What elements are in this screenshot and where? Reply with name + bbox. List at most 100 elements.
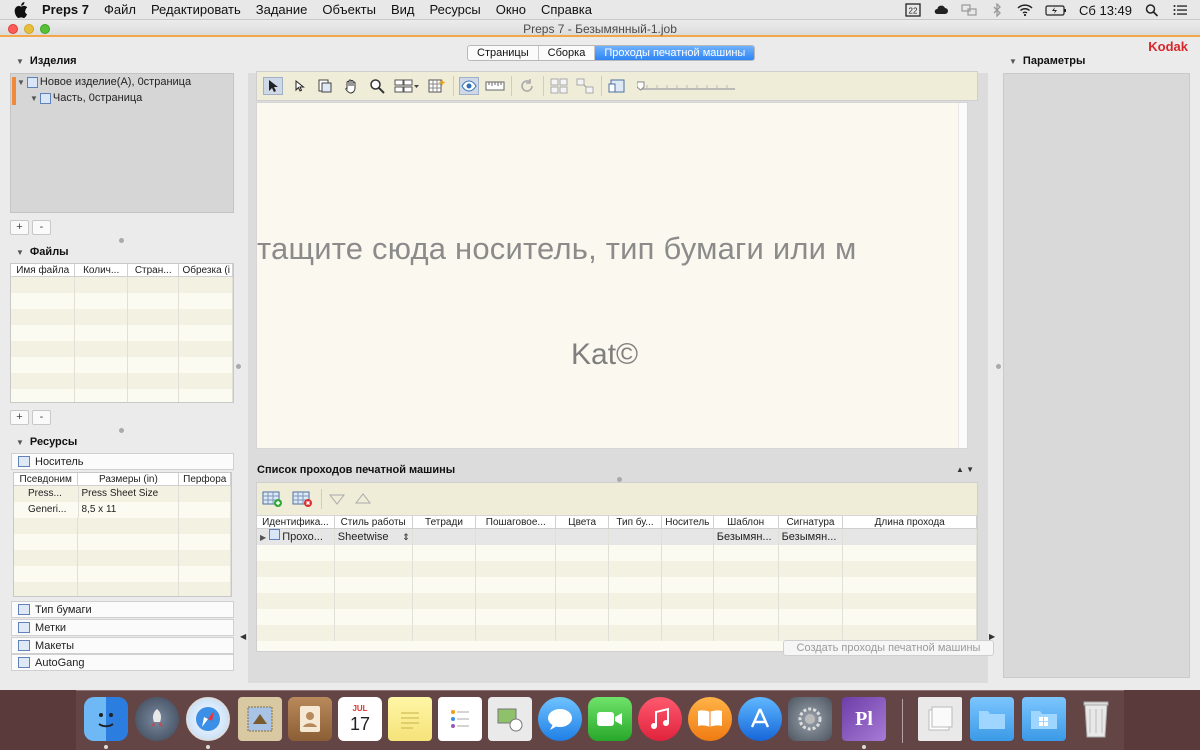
tab-assembly[interactable]: Сборка xyxy=(539,46,596,60)
column-header[interactable]: Размеры (in) xyxy=(78,473,180,485)
press-run-canvas[interactable]: тащите сюда носитель, тип бумаги или м K… xyxy=(256,102,968,449)
column-header[interactable]: Имя файла xyxy=(11,264,76,276)
wifi-icon[interactable] xyxy=(1017,3,1033,17)
disclosure-triangle-icon[interactable]: ▼ xyxy=(16,438,24,447)
menu-objects[interactable]: Объекты xyxy=(322,2,376,17)
resources-section-header[interactable]: ▼ Ресурсы xyxy=(16,436,77,448)
trash-icon[interactable] xyxy=(1074,697,1118,741)
mail-icon[interactable] xyxy=(238,697,282,741)
finder-icon[interactable] xyxy=(84,697,128,741)
app-store-icon[interactable] xyxy=(738,697,782,741)
files-section-header[interactable]: ▼ Файлы xyxy=(16,246,69,258)
move-up-icon[interactable] xyxy=(353,490,373,508)
canvas-vertical-scrollbar[interactable] xyxy=(958,103,967,448)
page-tool-icon[interactable] xyxy=(315,77,335,95)
add-file-button[interactable]: + xyxy=(10,410,29,425)
contacts-icon[interactable] xyxy=(288,697,332,741)
resource-tab-paper-type[interactable]: Тип бумаги xyxy=(11,601,234,618)
tree-item-product[interactable]: ▼ Новое изделие(A), 0страница xyxy=(17,76,191,88)
preview-eye-icon[interactable] xyxy=(459,77,479,95)
column-header[interactable]: Стран... xyxy=(128,264,180,276)
splitter-handle[interactable] xyxy=(996,364,1001,369)
column-header[interactable]: Тетради xyxy=(413,516,477,528)
disclosure-triangle-icon[interactable]: ▼ xyxy=(17,78,25,87)
table-row[interactable]: Generi... 8,5 x 11 xyxy=(14,502,231,518)
notification-center-icon[interactable] xyxy=(1172,3,1188,17)
media-table[interactable]: Псевдоним Размеры (in) Перфора Press... … xyxy=(13,472,232,597)
title-bar[interactable]: Preps 7 - Безымянный-1.job xyxy=(0,20,1200,37)
column-header[interactable]: Тип бу... xyxy=(609,516,662,528)
resource-tab-layouts[interactable]: Макеты xyxy=(11,637,234,654)
column-header[interactable]: Обрезка (i xyxy=(179,264,233,276)
scroll-left-icon[interactable]: ◀ xyxy=(240,632,246,641)
column-header[interactable]: Перфора xyxy=(179,473,231,485)
calendar-icon[interactable]: JUL 17 xyxy=(338,697,382,741)
align-grid-icon[interactable] xyxy=(549,77,569,95)
menu-view[interactable]: Вид xyxy=(391,2,415,17)
move-down-icon[interactable] xyxy=(327,490,347,508)
products-section-header[interactable]: ▼ Изделия xyxy=(16,55,77,67)
table-row[interactable]: ▶ Прохо... Sheetwise ⇕ Безымян... Безымя… xyxy=(257,529,978,545)
files-table[interactable]: Имя файла Колич... Стран... Обрезка (i xyxy=(10,263,234,403)
keyboard-layout-icon[interactable]: 22 xyxy=(905,3,921,17)
column-header[interactable]: Цвета xyxy=(556,516,610,528)
facetime-icon[interactable] xyxy=(588,697,632,741)
disclosure-triangle-icon[interactable]: ▼ xyxy=(16,248,24,257)
press-runs-table[interactable]: Идентифика... Стиль работы Тетради Пошаг… xyxy=(256,482,978,652)
tab-pages[interactable]: Страницы xyxy=(468,46,539,60)
clock[interactable]: Сб 13:49 xyxy=(1079,3,1132,18)
layout-grid-dropdown-icon[interactable] xyxy=(393,77,421,95)
hand-tool-icon[interactable] xyxy=(341,77,361,95)
create-press-runs-button[interactable]: Создать проходы печатной машины xyxy=(783,640,994,656)
battery-icon[interactable] xyxy=(1045,3,1067,17)
direct-select-icon[interactable] xyxy=(289,77,309,95)
tree-item-part[interactable]: ▼ Часть, 0страница xyxy=(30,92,142,104)
expand-row-icon[interactable]: ▶ xyxy=(260,533,266,542)
splitter-handle[interactable] xyxy=(119,428,124,433)
windows-folder-icon[interactable] xyxy=(1022,697,1066,741)
cloud-icon[interactable] xyxy=(933,3,949,17)
table-row[interactable]: Press... Press Sheet Size xyxy=(14,486,231,502)
work-style-select[interactable]: Sheetwise ⇕ xyxy=(338,529,410,545)
column-header[interactable]: Пошаговое... xyxy=(476,516,557,528)
splitter-handle[interactable] xyxy=(119,238,124,243)
bluetooth-icon[interactable] xyxy=(989,3,1005,17)
menu-help[interactable]: Справка xyxy=(541,2,592,17)
add-press-run-icon[interactable] xyxy=(261,490,285,508)
column-header[interactable]: Шаблон xyxy=(714,516,779,528)
menu-edit[interactable]: Редактировать xyxy=(151,2,241,17)
scroll-up-down-icon[interactable]: ▲ ▼ xyxy=(956,465,974,474)
params-section-header[interactable]: ▼ Параметры xyxy=(1009,55,1085,67)
resource-tab-marks[interactable]: Метки xyxy=(11,619,234,636)
menu-app[interactable]: Preps 7 xyxy=(42,2,89,17)
rotate-icon[interactable] xyxy=(517,77,537,95)
downloads-stack-icon[interactable] xyxy=(918,697,962,741)
displays-icon[interactable] xyxy=(961,3,977,17)
ruler-icon[interactable] xyxy=(485,77,505,95)
reminders-icon[interactable] xyxy=(438,697,482,741)
menu-window[interactable]: Окно xyxy=(496,2,526,17)
ibooks-icon[interactable] xyxy=(688,697,732,741)
photo-booth-icon[interactable] xyxy=(488,697,532,741)
disclosure-triangle-icon[interactable]: ▼ xyxy=(16,57,24,66)
delete-press-run-icon[interactable] xyxy=(291,490,315,508)
notes-icon[interactable] xyxy=(388,697,432,741)
remove-product-button[interactable]: - xyxy=(32,220,51,235)
safari-icon[interactable] xyxy=(186,697,230,741)
itunes-icon[interactable] xyxy=(638,697,682,741)
splitter-handle[interactable] xyxy=(236,364,241,369)
menu-file[interactable]: Файл xyxy=(104,2,136,17)
select-arrow-icon[interactable] xyxy=(263,77,283,95)
disclosure-triangle-icon[interactable]: ▼ xyxy=(30,94,38,103)
auto-impose-icon[interactable] xyxy=(427,77,447,95)
resource-tab-media[interactable]: Носитель xyxy=(11,453,234,470)
column-header[interactable]: Носитель xyxy=(662,516,714,528)
menu-resources[interactable]: Ресурсы xyxy=(430,2,481,17)
add-product-button[interactable]: + xyxy=(10,220,29,235)
column-header[interactable]: Идентифика... xyxy=(257,516,335,528)
column-header[interactable]: Колич... xyxy=(75,264,128,276)
menu-job[interactable]: Задание xyxy=(256,2,308,17)
fit-page-icon[interactable] xyxy=(607,77,627,95)
zoom-tool-icon[interactable] xyxy=(367,77,387,95)
preps-app-icon[interactable]: Pl xyxy=(842,697,886,741)
